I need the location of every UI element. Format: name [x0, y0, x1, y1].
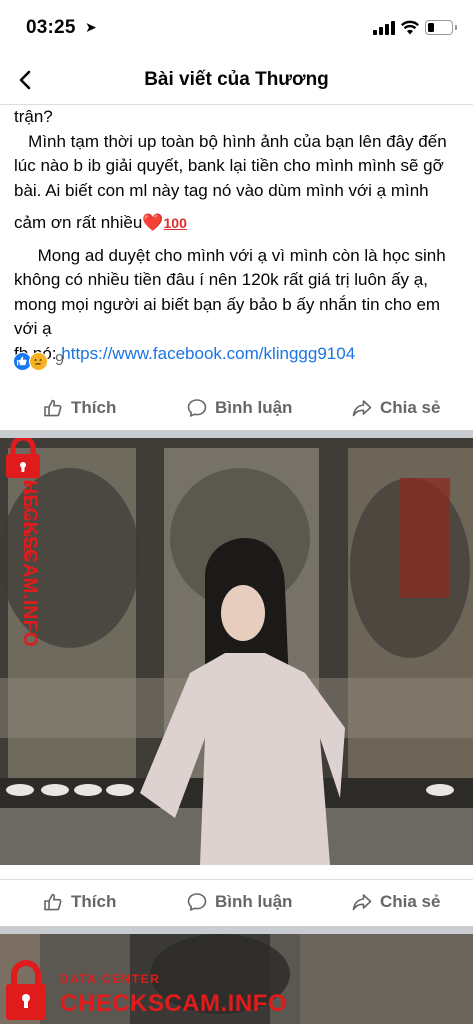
battery-icon: [425, 20, 457, 35]
share-button[interactable]: Chia sẻ: [351, 386, 440, 430]
post-line: Mình tạm thời up toàn bộ hình ảnh của bạ…: [14, 131, 447, 151]
fb-line: fb nó: https://www.facebook.com/klinggg9…: [14, 342, 464, 367]
share-label: Chia sẻ: [380, 892, 441, 911]
comment-icon: [187, 399, 207, 417]
watermark: DATA CENTER CHECKSCAM.INFO: [2, 960, 302, 1024]
share-icon: [352, 894, 372, 911]
comment-label: Bình luận: [215, 398, 293, 417]
photo-image: [0, 438, 473, 865]
share-label: Chia sẻ: [380, 398, 441, 417]
like-button[interactable]: Thích: [42, 880, 116, 924]
post-photo[interactable]: CHECKSCAM.INFO DATA CENTER: [0, 438, 473, 865]
section-separator: [0, 926, 473, 934]
watermark-name: CHECKSCAM.INFO: [60, 990, 287, 1017]
wifi-icon: [400, 20, 420, 35]
like-icon: [44, 399, 62, 417]
post-line: lúc nào b ib giải quyết, bank lại tiền c…: [14, 156, 444, 175]
post-line: với ạ: [14, 319, 52, 338]
cellular-signal-icon: [373, 21, 395, 35]
nav-bar: Bài viết của Thương: [0, 56, 473, 105]
like-icon: [44, 893, 62, 911]
photo-action-bar: Thích Bình luận Chia sẻ: [0, 880, 473, 924]
watermark: CHECKSCAM.INFO DATA CENTER: [2, 438, 52, 663]
watermark-label: DATA CENTER: [60, 972, 161, 986]
comment-label: Bình luận: [215, 892, 293, 911]
comment-button[interactable]: Bình luận: [186, 386, 292, 430]
sad-reaction-icon: [29, 352, 48, 371]
comment-button[interactable]: Bình luận: [186, 880, 292, 924]
post-text: trận? Mình tạm thời up toàn bộ hình ảnh …: [14, 105, 464, 366]
post-line-with-emoji: cảm ơn rất nhiều❤️100: [14, 211, 464, 236]
post-line: Mong ad duyệt cho mình với ạ vì mình còn…: [14, 245, 446, 265]
comment-icon: [187, 893, 207, 911]
post-line: không có nhiều tiền đâu í nên 120k rất g…: [14, 270, 428, 289]
share-icon: [352, 400, 372, 417]
profile-link[interactable]: https://www.facebook.com/klinggg9104: [61, 344, 355, 363]
lock-icon: [6, 960, 46, 1020]
post-line: bài. Ai biết con ml này tag nó vào dùm m…: [14, 180, 429, 200]
reaction-count: 9: [55, 352, 64, 369]
watermark-label: DATA CENTER: [21, 480, 32, 561]
share-button[interactable]: Chia sẻ: [351, 880, 440, 924]
post-line: trận?: [14, 107, 53, 126]
status-time: 03:25: [26, 17, 76, 38]
like-label: Thích: [71, 398, 117, 417]
location-arrow-icon: ➤: [85, 19, 97, 35]
like-label: Thích: [71, 892, 117, 911]
hundred-emoji-icon: 100: [163, 215, 187, 231]
heart-emoji-icon: ❤️: [142, 213, 164, 232]
post-action-bar: Thích Bình luận Chia sẻ: [0, 386, 473, 430]
post-photo[interactable]: DATA CENTER CHECKSCAM.INFO: [0, 934, 473, 1024]
like-button[interactable]: Thích: [42, 386, 116, 430]
status-bar: 03:25 ➤: [0, 0, 473, 56]
section-separator: [0, 430, 473, 438]
post-line: mong mọi người ai biết bạn ấy bảo b ấy n…: [14, 294, 441, 314]
page-title: Bài viết của Thương: [144, 69, 329, 90]
post-line: cảm ơn rất nhiều: [14, 213, 143, 232]
